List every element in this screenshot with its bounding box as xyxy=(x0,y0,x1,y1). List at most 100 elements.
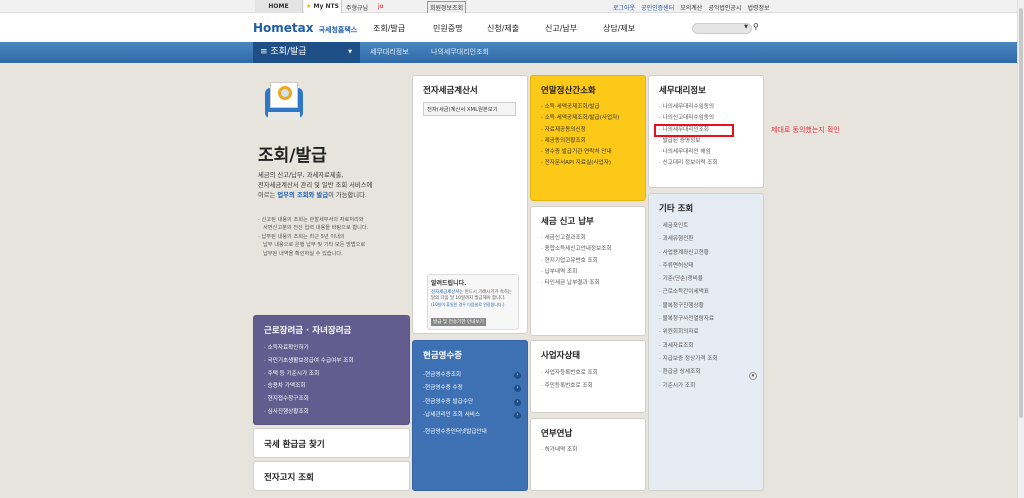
xml-view-button[interactable]: 전자(세금)계산서 XML원본보기 xyxy=(423,102,516,116)
list-item[interactable]: 기준(단순)경비율 xyxy=(659,273,753,286)
list-item[interactable]: 불복청구사전열람자료 xyxy=(659,313,753,326)
menu-application[interactable]: 신청/제출 xyxy=(487,23,519,34)
list-item[interactable]: 주택 등 기준시가 조회 xyxy=(264,368,399,381)
scrollbar[interactable] xyxy=(1017,0,1024,498)
list-item[interactable]: 허가내역 조회 xyxy=(541,445,635,456)
public-disclosure-link[interactable]: 공익법인공시 xyxy=(708,3,741,12)
list-item[interactable]: 환급금 상세조회 xyxy=(659,366,753,379)
arrow-right-icon: › xyxy=(514,411,521,419)
list-item[interactable]: 지급보증 정상가격 조회 xyxy=(659,353,753,366)
card-title: 국세 환급금 찾기 xyxy=(264,440,325,450)
star-icon: ★ xyxy=(306,3,312,10)
ebill-card[interactable]: 전자고지 조회 xyxy=(253,461,410,491)
current-menu-dropdown[interactable]: ≡ 조회/발급 ▼ xyxy=(253,42,360,63)
list-item[interactable]: 제공동의현황조회 xyxy=(541,136,635,147)
list-item-my-agent[interactable]: 나의세무대리인조회 xyxy=(654,123,734,137)
menu-consult[interactable]: 상담/제보 xyxy=(603,23,635,34)
list-item[interactable]: 근로소득간이세액표 xyxy=(659,286,753,299)
intro-line: 세금의 신고/납부, 과세자료제출, xyxy=(258,172,344,179)
list-item[interactable]: 과세유형전환 xyxy=(659,233,753,246)
chevron-down-icon: ▼ xyxy=(744,24,748,30)
intro-line: 전자세금계산서 관리 및 일반 조회 서비스에 xyxy=(258,182,373,189)
refund-card[interactable]: 국세 환급금 찾기 xyxy=(253,428,410,458)
breadcrumb-agent-info[interactable]: 세무대리정보 xyxy=(370,42,409,63)
list-item[interactable]: 소득·세액공제조회/발급 xyxy=(541,102,635,113)
annotation-text: 제대로 동의했는지 확인 xyxy=(771,126,840,134)
list-item[interactable]: 현지접수창구조회 xyxy=(264,393,399,406)
arrow-right-icon: › xyxy=(514,372,521,379)
cert-center-link[interactable]: 공인인증센터 xyxy=(641,3,674,12)
tab-my-nts[interactable]: ★ My NTS xyxy=(304,0,342,13)
list-item[interactable]: 과세자료조회 xyxy=(659,340,753,353)
user-id: ju xyxy=(378,3,384,10)
list-item[interactable]: 승용차 가액조회 xyxy=(264,380,399,393)
list-item[interactable]: 납부내역 조회 xyxy=(541,267,635,278)
card-title: 전자세금계산서 xyxy=(423,86,478,96)
list-item[interactable]: 주류면허상태 xyxy=(659,260,753,273)
card-title: 근로장려금 · 자녀장려금 xyxy=(264,326,352,336)
list-item[interactable]: 국민기초생활보장급여 수급여부 조회 xyxy=(264,355,399,368)
business-status-card: 사업자상태 사업자등록번호로 조회 주민등록번호로 조회 xyxy=(530,340,646,413)
cash-receipt-card: 현금영수증 현금영수증조회 › 현금영수증 수정 › 현금영수증 발급수단 › 납세관… xyxy=(412,340,528,491)
search-input[interactable]: ▼ xyxy=(692,23,752,34)
arrow-right-icon: › xyxy=(514,385,521,393)
list-item[interactable]: 현금영수증조회 › xyxy=(423,369,521,382)
logout-link[interactable]: 로그아웃 xyxy=(613,3,635,12)
list-item[interactable]: 세금포인트 xyxy=(659,220,753,233)
header: Hometax 국세청홈택스 조회/발급 민원증명 신청/제출 신고/납부 상담… xyxy=(0,13,1017,42)
list-item[interactable]: 사업용계좌신고현황 xyxy=(659,247,753,260)
list-item[interactable]: 종합소득세신고안내정보조회 xyxy=(541,244,635,255)
intro-line: 이르는 xyxy=(258,192,278,199)
list-item[interactable]: 신고대리 정보이력 조회 xyxy=(659,158,753,169)
search-icon[interactable]: ⚲ xyxy=(753,22,759,31)
card-title: 전자고지 조회 xyxy=(264,473,314,483)
list-item[interactable]: 현지기업고유번호 조회 xyxy=(541,256,635,267)
list-item[interactable]: 나의세무대리수임동의 xyxy=(659,102,753,113)
list-item[interactable]: 타인세금 납부결과 조회 xyxy=(541,278,635,289)
list-item[interactable]: 자료제공동의신청 xyxy=(541,125,635,136)
logo-text: Hometax xyxy=(253,21,314,35)
item-label: 납세관리인 조회 서비스 xyxy=(425,411,481,418)
list-item[interactable]: 나의세무대리인 해임 xyxy=(659,147,753,158)
list-item[interactable]: 사업자등록번호로 조회 xyxy=(541,367,635,380)
law-info-link[interactable]: 법령정보 xyxy=(747,3,769,12)
list-item[interactable]: 위원회회의자료 xyxy=(659,326,753,339)
page-title: 조회/발급 xyxy=(258,146,327,166)
deadline-guide-button[interactable]: 발급 및 전송기한 안내보기 xyxy=(431,317,486,326)
card-title: 현금영수증 xyxy=(423,351,463,361)
chevron-down-icon: ▼ xyxy=(348,49,352,55)
breadcrumb-my-agent[interactable]: 나의세무대리인조회 xyxy=(431,42,489,63)
card-title: 세무대리정보 xyxy=(659,86,706,96)
note-line: 납부된 내역을 확인하실 수 있습니다. xyxy=(263,250,343,257)
list-item[interactable]: 현금영수증인터넷발급안내 xyxy=(423,426,517,439)
arrow-right-icon: › xyxy=(514,398,521,406)
list-item[interactable]: 세금신고결과조회 xyxy=(541,233,635,244)
notice-title: 알려드립니다. xyxy=(431,280,467,287)
expand-more-icon[interactable]: ▾ xyxy=(749,372,757,380)
current-menu-label: 조회/발급 xyxy=(270,47,307,57)
menu-inquiry[interactable]: 조회/발급 xyxy=(373,23,405,34)
list-item[interactable]: 납세관리인 조회 서비스 › xyxy=(423,409,521,422)
list-item[interactable]: 영수증 발급기관 연락처 안내 xyxy=(541,147,635,158)
list-item[interactable]: 기준시가 조회 xyxy=(659,380,753,393)
list-item[interactable]: 발급된 증명정보 xyxy=(659,136,753,147)
mock-calc-link[interactable]: 모의계산 xyxy=(680,3,702,12)
notice-small: (10일이 휴일인 경우 다음날로 연장됩니다.) xyxy=(431,301,505,307)
list-item[interactable]: 나의신고대리수임동의 xyxy=(659,113,753,124)
list-item[interactable]: 소득자료확인하기 xyxy=(264,342,399,355)
card-title: 연말정산간소화 xyxy=(541,86,596,96)
list-item[interactable]: 현금영수증 수정 › xyxy=(423,382,521,395)
list-item[interactable]: 전자문서API 자료실(사업자) xyxy=(541,158,635,169)
list-item[interactable]: 소득·세액공제조회/발급(사업자) xyxy=(541,113,635,124)
menu-certificate[interactable]: 민원증명 xyxy=(433,23,462,34)
logo-subtext: 국세청홈택스 xyxy=(318,26,358,34)
list-item[interactable]: 현금영수증 발급수단 › xyxy=(423,396,521,409)
installment-card: 연부연납 허가내역 조회 xyxy=(530,418,646,491)
notice-box: 알려드립니다. 전자세금계산서는 반드시 거래시기가 속하는 달의 다음 달 1… xyxy=(427,274,519,330)
list-item[interactable]: 불복청구진행상황 xyxy=(659,300,753,313)
menu-report-pay[interactable]: 신고/납부 xyxy=(545,23,577,34)
list-item[interactable]: 심사진행상황조회 xyxy=(264,406,399,419)
logo[interactable]: Hometax 국세청홈택스 xyxy=(253,17,357,36)
list-item[interactable]: 주민등록번호로 조회 xyxy=(541,380,635,393)
tab-home[interactable]: HOME xyxy=(255,0,303,13)
